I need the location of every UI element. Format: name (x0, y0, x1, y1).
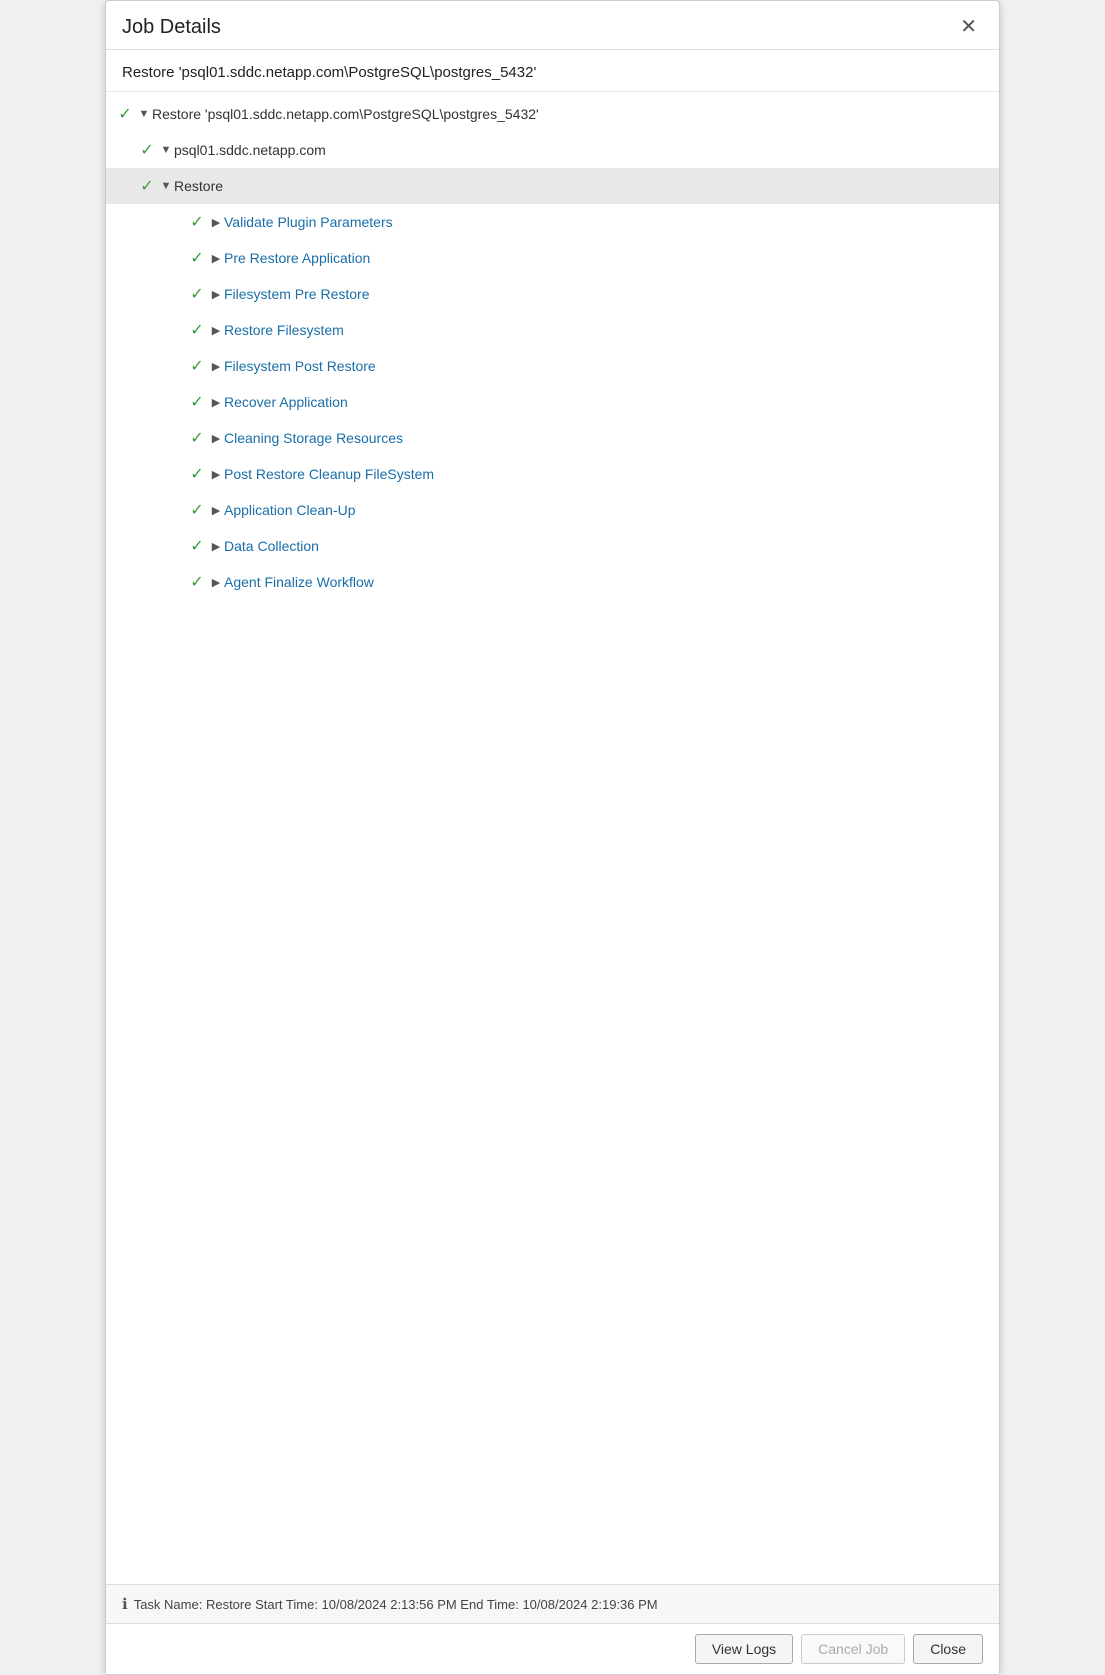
tree-row: ✓▶Pre Restore Application (106, 240, 999, 276)
tree-row: ✓▶Data Collection (106, 528, 999, 564)
expand-icon[interactable]: ▶ (208, 396, 224, 409)
collapse-icon[interactable]: ▼ (158, 180, 174, 192)
tree-row: ✓▶Agent Finalize Workflow (106, 564, 999, 600)
tree-row-label[interactable]: Filesystem Post Restore (224, 358, 376, 374)
view-logs-button[interactable]: View Logs (695, 1634, 793, 1664)
check-icon: ✓ (186, 212, 208, 232)
dialog-title: Job Details (122, 16, 221, 39)
tree-row: ✓▶Application Clean-Up (106, 492, 999, 528)
tree-row: ✓▼Restore (106, 168, 999, 204)
dialog-body: ✓▼Restore 'psql01.sddc.netapp.com\Postgr… (106, 92, 999, 1584)
info-icon: ℹ (122, 1595, 128, 1613)
check-icon: ✓ (186, 320, 208, 340)
collapse-icon[interactable]: ▼ (136, 108, 152, 120)
expand-icon[interactable]: ▶ (208, 540, 224, 553)
footer-buttons: View Logs Cancel Job Close (106, 1623, 999, 1674)
tree-row: ✓▼Restore 'psql01.sddc.netapp.com\Postgr… (106, 96, 999, 132)
check-icon: ✓ (186, 284, 208, 304)
tree-container: ✓▼Restore 'psql01.sddc.netapp.com\Postgr… (106, 92, 999, 604)
tree-row: ✓▶Validate Plugin Parameters (106, 204, 999, 240)
check-icon: ✓ (186, 572, 208, 592)
check-icon: ✓ (186, 536, 208, 556)
job-details-dialog: Job Details ✕ Restore 'psql01.sddc.netap… (105, 0, 1000, 1675)
dialog-subtitle: Restore 'psql01.sddc.netapp.com\PostgreS… (106, 50, 999, 92)
check-icon: ✓ (186, 392, 208, 412)
tree-row: ✓▶Post Restore Cleanup FileSystem (106, 456, 999, 492)
tree-row-label[interactable]: Application Clean-Up (224, 502, 356, 518)
tree-row: ✓▶Cleaning Storage Resources (106, 420, 999, 456)
tree-row: ✓▶Restore Filesystem (106, 312, 999, 348)
check-icon: ✓ (186, 248, 208, 268)
expand-icon[interactable]: ▶ (208, 324, 224, 337)
tree-row-label: Restore (174, 178, 223, 194)
check-icon: ✓ (186, 356, 208, 376)
check-icon: ✓ (114, 104, 136, 124)
check-icon: ✓ (186, 500, 208, 520)
tree-row-label[interactable]: Recover Application (224, 394, 348, 410)
check-icon: ✓ (186, 428, 208, 448)
expand-icon[interactable]: ▶ (208, 216, 224, 229)
check-icon: ✓ (136, 176, 158, 196)
cancel-job-button[interactable]: Cancel Job (801, 1634, 905, 1664)
tree-row-label[interactable]: Agent Finalize Workflow (224, 574, 374, 590)
footer-info-text: Task Name: Restore Start Time: 10/08/202… (134, 1597, 658, 1612)
expand-icon[interactable]: ▶ (208, 504, 224, 517)
tree-row: ✓▶Filesystem Post Restore (106, 348, 999, 384)
tree-row-label[interactable]: Cleaning Storage Resources (224, 430, 403, 446)
tree-row-label: psql01.sddc.netapp.com (174, 142, 326, 158)
dialog-header: Job Details ✕ (106, 1, 999, 50)
tree-row-label[interactable]: Post Restore Cleanup FileSystem (224, 466, 434, 482)
expand-icon[interactable]: ▶ (208, 468, 224, 481)
tree-row-label[interactable]: Filesystem Pre Restore (224, 286, 369, 302)
check-icon: ✓ (136, 140, 158, 160)
expand-icon[interactable]: ▶ (208, 288, 224, 301)
tree-row-label[interactable]: Pre Restore Application (224, 250, 370, 266)
expand-icon[interactable]: ▶ (208, 576, 224, 589)
tree-row-label[interactable]: Data Collection (224, 538, 319, 554)
footer-info: ℹ Task Name: Restore Start Time: 10/08/2… (106, 1584, 999, 1623)
check-icon: ✓ (186, 464, 208, 484)
close-x-button[interactable]: ✕ (954, 15, 983, 39)
expand-icon[interactable]: ▶ (208, 432, 224, 445)
expand-icon[interactable]: ▶ (208, 252, 224, 265)
close-button[interactable]: Close (913, 1634, 983, 1664)
expand-icon[interactable]: ▶ (208, 360, 224, 373)
tree-row-label: Restore 'psql01.sddc.netapp.com\PostgreS… (152, 106, 539, 122)
tree-row: ✓▶Filesystem Pre Restore (106, 276, 999, 312)
tree-row-label[interactable]: Restore Filesystem (224, 322, 344, 338)
tree-row-label[interactable]: Validate Plugin Parameters (224, 214, 393, 230)
tree-row: ✓▶Recover Application (106, 384, 999, 420)
tree-row: ✓▼psql01.sddc.netapp.com (106, 132, 999, 168)
collapse-icon[interactable]: ▼ (158, 144, 174, 156)
